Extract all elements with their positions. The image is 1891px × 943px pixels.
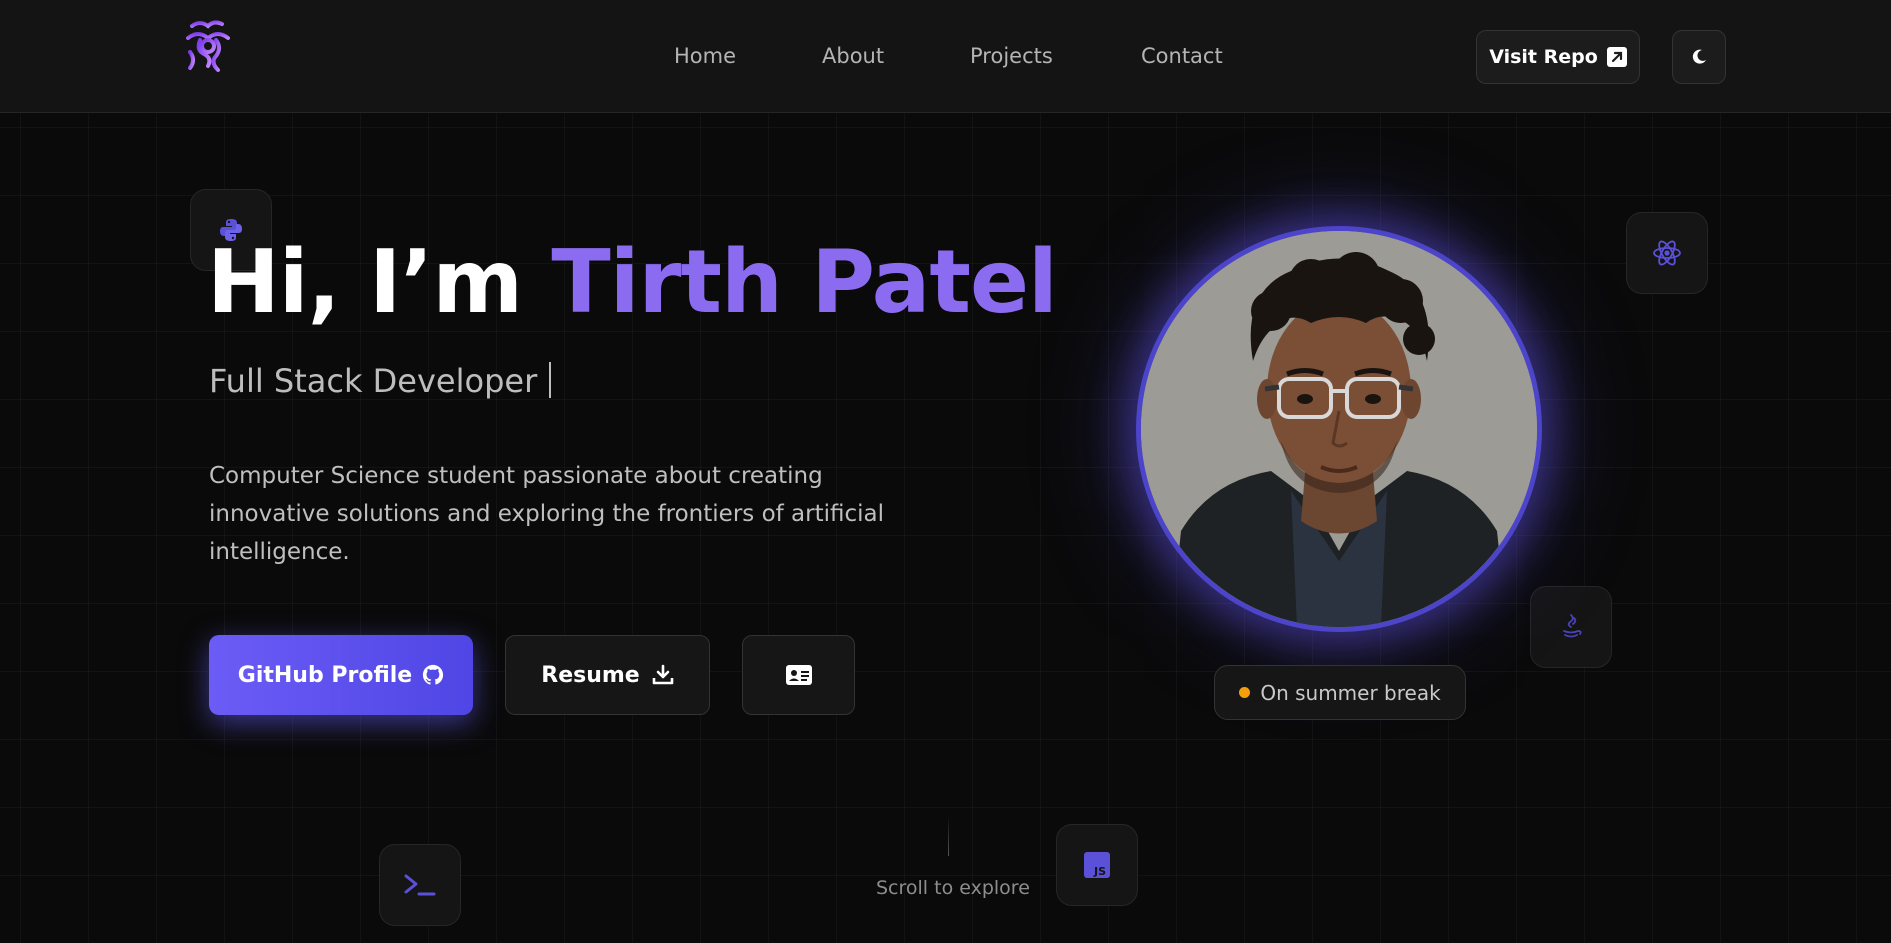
nav-projects[interactable]: Projects bbox=[970, 44, 1053, 68]
theme-toggle-button[interactable] bbox=[1672, 30, 1726, 84]
profile-avatar bbox=[1136, 226, 1542, 632]
external-link-icon bbox=[1606, 47, 1627, 67]
hero-name: Tirth Patel bbox=[551, 231, 1057, 333]
github-icon bbox=[423, 664, 444, 685]
moon-icon bbox=[1692, 49, 1706, 64]
logo[interactable] bbox=[178, 16, 240, 78]
nav-about[interactable]: About bbox=[822, 44, 884, 68]
resume-button[interactable]: Resume bbox=[505, 635, 710, 715]
page: Home About Projects Contact Visit Repo J… bbox=[0, 0, 1891, 943]
react-badge bbox=[1626, 212, 1708, 294]
terminal-icon bbox=[404, 874, 436, 896]
contact-card-button[interactable] bbox=[742, 635, 855, 715]
id-card-icon bbox=[785, 665, 812, 685]
javascript-icon: JS bbox=[1084, 852, 1110, 878]
terminal-badge bbox=[379, 844, 461, 926]
status-text: On summer break bbox=[1260, 680, 1441, 705]
hero-greeting: Hi, I’m bbox=[207, 231, 552, 333]
github-profile-button[interactable]: GitHub Profile bbox=[209, 635, 473, 715]
profile-photo bbox=[1141, 231, 1537, 627]
nav-home[interactable]: Home bbox=[674, 44, 736, 68]
scroll-hint[interactable]: Scroll to explore bbox=[876, 877, 1030, 899]
status-dot bbox=[1239, 687, 1251, 698]
visit-repo-label: Visit Repo bbox=[1489, 46, 1598, 68]
react-icon bbox=[1653, 240, 1681, 266]
java-badge bbox=[1530, 586, 1612, 668]
resume-label: Resume bbox=[541, 662, 640, 688]
github-profile-label: GitHub Profile bbox=[237, 662, 413, 688]
hero-description: Computer Science student passionate abou… bbox=[209, 463, 885, 565]
typing-cursor bbox=[549, 362, 552, 398]
site-header: Home About Projects Contact Visit Repo bbox=[0, 0, 1891, 113]
visit-repo-button[interactable]: Visit Repo bbox=[1476, 30, 1640, 84]
hero-subtitle: Full Stack Developer bbox=[209, 362, 552, 400]
scroll-indicator-line bbox=[948, 816, 949, 856]
download-icon bbox=[652, 664, 674, 685]
hero-title: Hi, I’m Tirth Patel bbox=[207, 231, 1058, 333]
java-icon bbox=[1563, 614, 1582, 638]
status-badge: On summer break bbox=[1214, 665, 1466, 720]
svg-text:JS: JS bbox=[1093, 865, 1106, 878]
hero-subtitle-text: Full Stack Developer bbox=[209, 362, 538, 400]
nav-contact[interactable]: Contact bbox=[1141, 44, 1223, 68]
javascript-badge: JS bbox=[1056, 824, 1138, 906]
